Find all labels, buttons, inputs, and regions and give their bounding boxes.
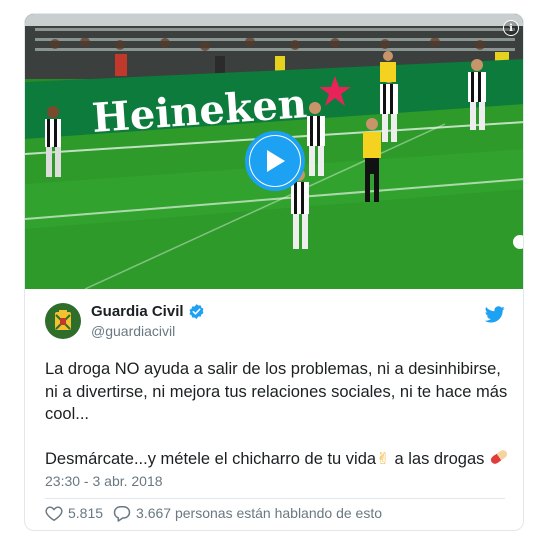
victory-hand-emoji: ✌ bbox=[376, 448, 390, 468]
tweet-text: La droga NO ayuda a salir de los problem… bbox=[45, 358, 515, 472]
reply-bubble-icon bbox=[113, 505, 131, 522]
talking-count: 3.667 personas están hablando de esto bbox=[136, 505, 383, 521]
video-thumbnail[interactable]: Heineken ℹ bbox=[25, 14, 523, 289]
conversation-button[interactable]: 3.667 personas están hablando de esto bbox=[113, 505, 382, 522]
like-count: 5.815 bbox=[68, 505, 104, 521]
guardia-civil-emblem-icon bbox=[55, 310, 71, 330]
author-name-row[interactable]: Guardia Civil bbox=[91, 303, 205, 320]
info-icon[interactable]: ℹ bbox=[503, 20, 519, 36]
verified-badge-icon bbox=[188, 303, 205, 320]
heart-icon bbox=[45, 506, 63, 521]
tweet-text-part: a las drogas bbox=[389, 449, 489, 468]
like-button[interactable]: 5.815 bbox=[45, 505, 103, 521]
tweet-actions: 5.815 3.667 personas están hablando de e… bbox=[45, 501, 392, 525]
tweet-header: Guardia Civil @guardiacivil bbox=[45, 303, 505, 343]
embedded-tweet-card: Heineken ℹ Guardia Civil @guardiacivil L… bbox=[24, 13, 524, 531]
tweet-text-paragraph-2: Desmárcate...y métele el chicharro de tu… bbox=[45, 448, 515, 473]
tweet-text-paragraph-1: La droga NO ayuda a salir de los problem… bbox=[45, 360, 512, 423]
play-icon bbox=[250, 136, 300, 186]
pill-icon bbox=[489, 448, 509, 473]
tweet-timestamp[interactable]: 23:30 - 3 abr. 2018 bbox=[45, 473, 163, 489]
author-display-name[interactable]: Guardia Civil bbox=[91, 303, 184, 320]
author-handle[interactable]: @guardiacivil bbox=[91, 323, 205, 339]
avatar[interactable] bbox=[45, 303, 81, 339]
twitter-bird-icon[interactable] bbox=[484, 306, 505, 328]
divider bbox=[45, 498, 505, 499]
play-button[interactable] bbox=[245, 131, 305, 191]
tweet-text-part: Desmárcate...y métele el chicharro de tu… bbox=[45, 449, 377, 468]
